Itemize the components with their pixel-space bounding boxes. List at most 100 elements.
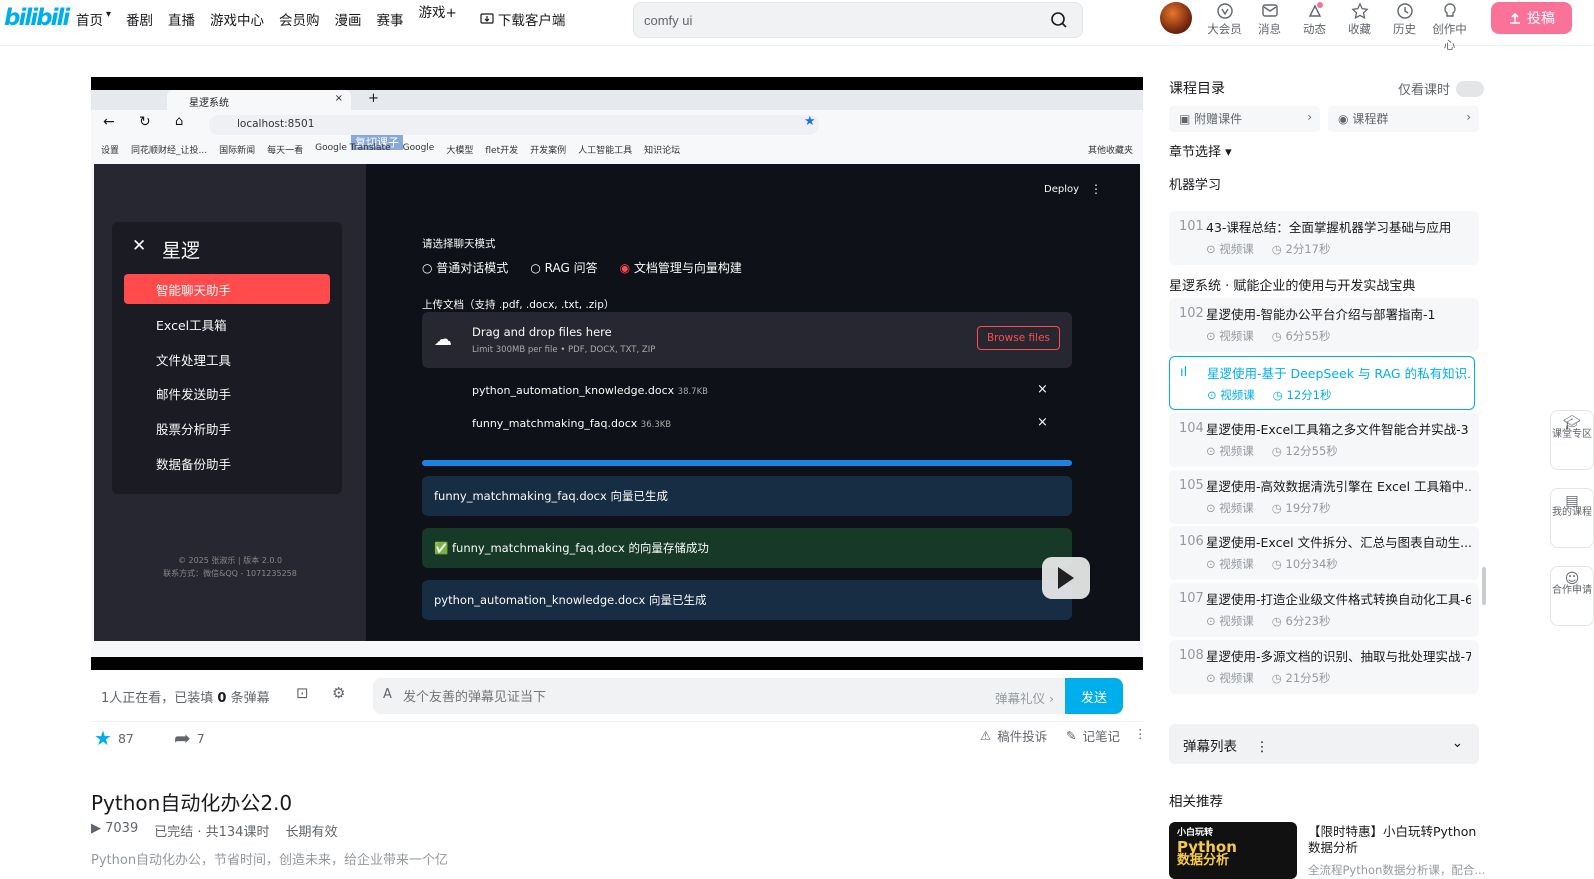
browser-tab-title: 星逻系统	[189, 98, 229, 109]
browser-url-row: ← ↻ ⌂ localhost:8501 ★	[91, 110, 1143, 136]
user-avatar[interactable]	[1160, 2, 1192, 34]
only-lessons-toggle[interactable]: 仅看课时	[1398, 79, 1485, 98]
nav-match[interactable]: 赛事	[377, 9, 404, 29]
text-style-icon[interactable]: A	[383, 687, 392, 702]
lesson-item[interactable]: 107 星逻使用-打造企业级文件格式转换自动化工具-6 ⊙ 视频课 ◷ 6分23秒	[1169, 583, 1479, 637]
danmaku-bar: 1人正在看，已装填 0 条弹幕 ⊡ ⚙ A 弹幕礼仪 › 发送	[91, 670, 1143, 722]
report-button[interactable]: ⚠ 稿件投诉	[980, 726, 1047, 745]
equalizer-icon: ıl	[1180, 365, 1188, 380]
lesson-item[interactable]: 106 星逻使用-Excel 文件拆分、汇总与图表自动生... ⊙ 视频课 ◷ 10分…	[1169, 526, 1479, 580]
attachment-label: 附赠课件	[1194, 112, 1243, 126]
video-player[interactable]: 星逻系统 × + 复切课子 ← ↻ ⌂ localhost:8501 ★ 设置 同…	[91, 77, 1143, 670]
send-button[interactable]: 发送	[1065, 678, 1123, 714]
catalog-title: 课程目录	[1169, 81, 1225, 97]
lesson-item-active[interactable]: ıl 星逻使用-基于 DeepSeek 与 RAG 的私有知识... ⊙ 视频课 ◷ …	[1169, 356, 1475, 410]
related-video-title[interactable]: 【限时特惠】小白玩转Python数据分析	[1308, 824, 1488, 856]
danmaku-settings-icon[interactable]: ⚙	[332, 684, 345, 702]
favorite-button[interactable]: 收藏	[1337, 2, 1382, 53]
top-bar: bilibili 首页 ▾ 番剧 直播 游戏中心 会员购 漫画 赛事 游戏+ 下载…	[0, 0, 1594, 52]
app-brand: 星逻	[162, 240, 201, 262]
dynamic-button[interactable]: 动态	[1292, 2, 1337, 53]
danmaku-input[interactable]	[403, 686, 963, 706]
nav-live[interactable]: 直播	[168, 9, 195, 29]
share-button[interactable]: ➦ 7	[174, 726, 205, 750]
creator-button[interactable]: 创作中心	[1427, 2, 1472, 53]
bookmark-item: 国际新闻	[219, 146, 256, 156]
etiquette-link[interactable]: 弹幕礼仪 ›	[995, 688, 1054, 707]
type-label: 视频课	[1220, 388, 1255, 402]
attachment-button[interactable]: ▣ 附赠课件 ›	[1169, 106, 1320, 132]
my-course-button[interactable]: ▤ 我的课程	[1550, 488, 1594, 548]
cooperate-button[interactable]: ☺ 合作申请	[1550, 566, 1594, 626]
lesson-item[interactable]: 101 43-课程总结：全面掌握机器学习基础与应用 ⊙ 视频课 ◷ 2分17秒	[1169, 211, 1479, 265]
more-vertical-icon: ⋮	[1090, 182, 1102, 196]
video-description: Python自动化办公，节省时间，创造未来，给企业带来一个亿	[91, 853, 449, 868]
vip-button[interactable]: 大会员	[1202, 2, 1247, 53]
chevron-down-icon: ⌄	[1451, 735, 1463, 751]
streamlit-app: ✕ 星逻 智能聊天助手 Excel工具箱 文件处理工具 邮件发送助手 股票分析助…	[94, 164, 1140, 641]
favorite-label: 收藏	[1348, 22, 1371, 36]
search-input[interactable]	[644, 10, 1024, 30]
bookmark-item: 设置	[101, 146, 120, 156]
lesson-duration: ◷ 12分55秒	[1271, 444, 1338, 458]
nav-manga[interactable]: 漫画	[335, 9, 362, 29]
upload-button[interactable]: 投稿	[1491, 2, 1572, 34]
note-label: 记笔记	[1082, 729, 1120, 744]
classroom-icon: 🎓︎	[1563, 415, 1581, 431]
lesson-type: ⊙ 视频课	[1206, 671, 1254, 685]
lesson-num: 102	[1179, 306, 1204, 321]
file-name: python_automation_knowledge.docx	[472, 384, 675, 397]
note-icon: ✎	[1066, 728, 1077, 743]
play-icon	[1042, 557, 1090, 599]
related-thumbnail[interactable]: 小白玩转 Python 数据分析	[1169, 822, 1297, 879]
refresh-icon: ↻	[139, 114, 151, 130]
footer-line: 联系方式：微信&QQ - 1071235258	[163, 569, 297, 578]
message-button[interactable]: 消息	[1247, 2, 1292, 53]
mode-label: 请选择聊天模式	[422, 238, 496, 250]
lesson-meta: ⊙ 视频课 ◷ 6分23秒	[1206, 613, 1330, 629]
app-footer: © 2025 张淑乐 | 版本 2.0.0 联系方式：微信&QQ - 107123…	[94, 554, 366, 580]
bilibili-logo[interactable]: bilibili	[4, 5, 70, 35]
lesson-meta: ⊙ 视频课 ◷ 19分7秒	[1206, 500, 1330, 516]
lesson-meta: ⊙ 视频课 ◷ 10分34秒	[1206, 556, 1338, 572]
deploy-button: Deploy	[1044, 184, 1080, 195]
share-icon: ➦	[174, 726, 191, 750]
classroom-label: 课堂专区	[1552, 429, 1592, 440]
nav-home[interactable]: 首页	[76, 9, 103, 29]
browser-tab: 星逻系统 ×	[167, 90, 351, 110]
lesson-scrollbar[interactable]	[1482, 567, 1486, 605]
like-button[interactable]: ★ 87	[94, 726, 134, 750]
lesson-item[interactable]: 104 星逻使用-Excel工具箱之多文件智能合并实战-3 ⊙ 视频课 ◷ 12分55…	[1169, 413, 1479, 467]
danmaku-toggle-icon[interactable]: ⊡	[296, 684, 309, 702]
back-arrow-icon: ←	[103, 114, 115, 130]
group-button[interactable]: ◉ 课程群 ›	[1328, 106, 1479, 132]
more-button[interactable]: ⋮	[1134, 726, 1147, 741]
like-count: 87	[117, 730, 134, 746]
lesson-item[interactable]: 108 星逻使用-多源文档的识别、抽取与批处理实战-7 ⊙ 视频课 ◷ 21分5秒	[1169, 640, 1479, 694]
menu-item-backup: 数据备份助手	[124, 448, 330, 478]
bulb-icon	[1443, 3, 1456, 17]
history-label: 历史	[1393, 22, 1416, 36]
search-icon[interactable]	[1050, 11, 1068, 29]
history-button[interactable]: 历史	[1382, 2, 1427, 53]
lesson-item[interactable]: 102 星逻使用-智能办公平台介绍与部署指南-1 ⊙ 视频课 ◷ 6分55秒	[1169, 298, 1479, 352]
dynamic-icon	[1308, 2, 1323, 17]
course-status: 已完结 · 共134课时	[154, 825, 270, 840]
menu-label: 文件处理工具	[156, 353, 232, 368]
video-meta: ▶ 7039 已完结 · 共134课时 长期有效	[91, 821, 337, 840]
lesson-item[interactable]: 105 星逻使用-高效数据清洗引擎在 Excel 工具箱中... ⊙ 视频课 ◷ 19…	[1169, 470, 1479, 524]
nav-anime[interactable]: 番剧	[126, 9, 153, 29]
bookmark-item: Google	[402, 143, 435, 153]
download-icon	[480, 13, 494, 24]
nav-download[interactable]: 下载客户端	[480, 9, 565, 29]
note-button[interactable]: ✎ 记笔记	[1066, 726, 1120, 745]
group-icon: ◉	[1338, 112, 1349, 126]
nav-game-plus[interactable]: 游戏+	[419, 1, 457, 29]
nav-mall[interactable]: 会员购	[279, 9, 320, 29]
type-label: 视频课	[1219, 671, 1254, 685]
nav-game-center[interactable]: 游戏中心	[210, 9, 264, 29]
classroom-button[interactable]: 🎓︎ 课堂专区	[1550, 410, 1594, 470]
chapter-select[interactable]: 章节选择 ▾	[1169, 141, 1232, 160]
lesson-title: 星逻使用-打造企业级文件格式转换自动化工具-6	[1206, 592, 1471, 607]
danmaku-list-panel[interactable]: 弹幕列表 ⋮ ⌄	[1169, 724, 1479, 764]
